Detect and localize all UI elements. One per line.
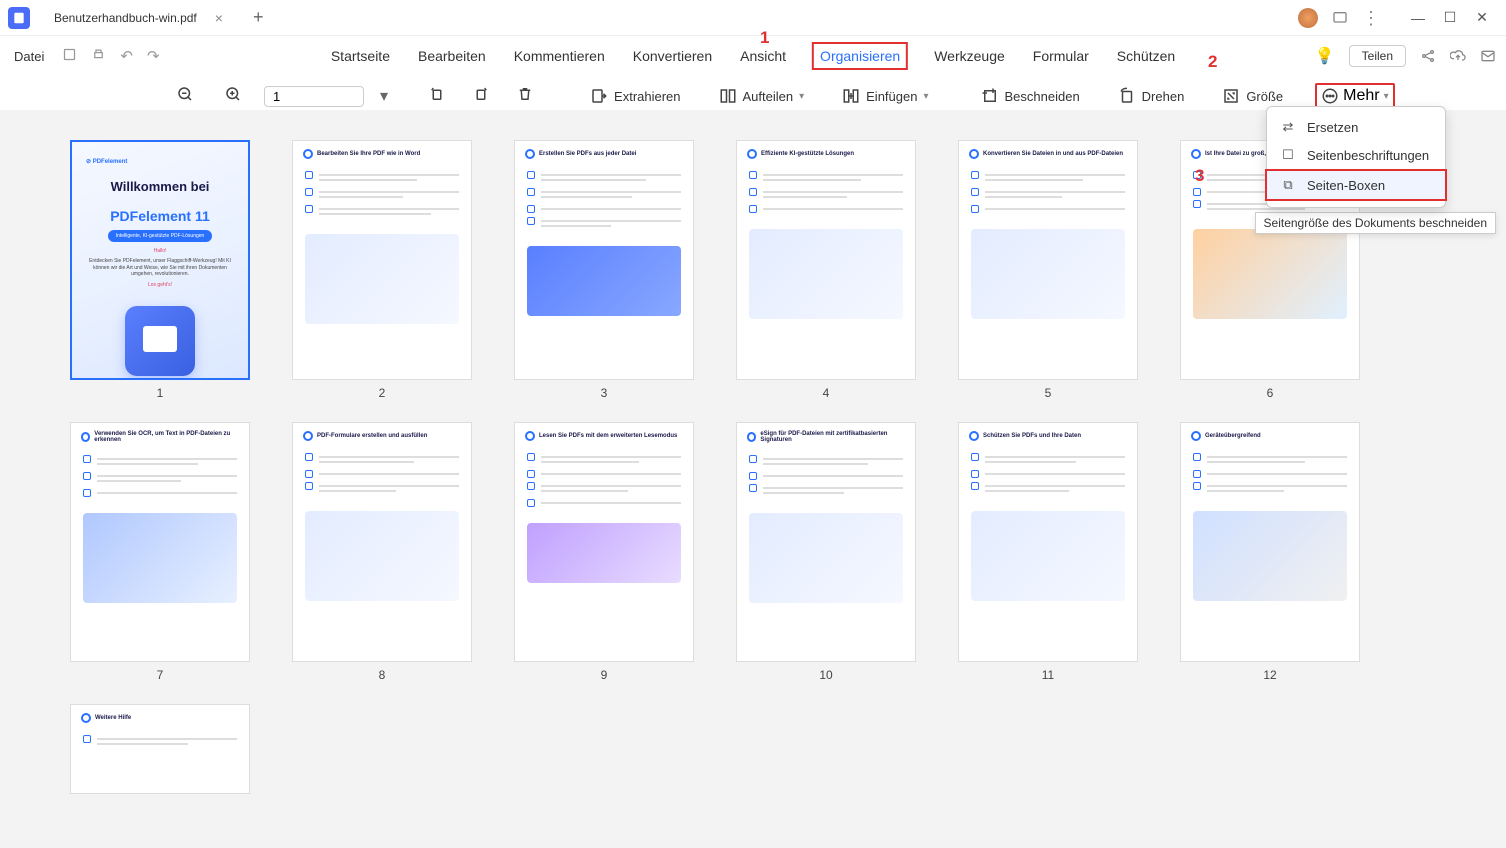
add-tab-button[interactable]: + [253, 7, 264, 28]
split-label: Aufteilen [743, 89, 794, 104]
menu-ansicht[interactable]: Ansicht [738, 42, 788, 70]
page-thumb-7[interactable]: Verwenden Sie OCR, um Text in PDF-Dateie… [70, 422, 250, 682]
menu-konvertieren[interactable]: Konvertieren [631, 42, 714, 70]
page-thumb-9[interactable]: Lesen Sie PDFs mit dem erweiterten Lesem… [514, 422, 694, 682]
menubar: Datei ↶ ↷ Startseite Bearbeiten Kommenti… [0, 36, 1506, 76]
share-button[interactable]: Teilen [1349, 45, 1406, 67]
menu-bearbeiten[interactable]: Bearbeiten [416, 42, 488, 70]
page-labels-icon: ☐ [1279, 147, 1297, 163]
page-thumb-3[interactable]: Erstellen Sie PDFs aus jeder Datei 3 [514, 140, 694, 400]
dropdown-page-boxes[interactable]: ⧉ Seiten-Boxen [1265, 169, 1447, 201]
zoom-in-button[interactable] [224, 85, 242, 108]
more-dropdown: ⇄ Ersetzen ☐ Seitenbeschriftungen ⧉ Seit… [1266, 106, 1446, 208]
rotate-label: Drehen [1142, 89, 1185, 104]
page-thumb-2[interactable]: Bearbeiten Sie Ihre PDF wie in Word 2 [292, 140, 472, 400]
message-icon[interactable] [1332, 10, 1348, 26]
extract-button[interactable]: Extrahieren [584, 83, 686, 109]
tooltip: Seitengröße des Dokuments beschneiden [1255, 212, 1496, 234]
menu-startseite[interactable]: Startseite [329, 42, 392, 70]
envelope-icon[interactable] [1480, 48, 1496, 64]
menu-organisieren[interactable]: Organisieren [812, 42, 908, 70]
delete-button[interactable] [516, 85, 534, 108]
minimize-button[interactable]: — [1402, 4, 1434, 32]
page-thumb-13[interactable]: Weitere Hilfe [70, 704, 250, 794]
insert-label: Einfügen [866, 89, 917, 104]
more-label: Mehr [1343, 87, 1379, 105]
split-button[interactable]: Aufteilen ▾ [713, 83, 811, 109]
page-thumb-5[interactable]: Konvertieren Sie Dateien in und aus PDF-… [958, 140, 1138, 400]
page-number-input[interactable] [264, 86, 364, 107]
page-thumb-4[interactable]: Effiziente KI-gestützte Lösungen 4 [736, 140, 916, 400]
menu-formular[interactable]: Formular [1031, 42, 1091, 70]
page-thumb-8[interactable]: PDF-Formulare erstellen und ausfüllen 8 [292, 422, 472, 682]
size-label: Größe [1246, 89, 1283, 104]
main-menu: Startseite Bearbeiten Kommentieren Konve… [329, 42, 1177, 70]
file-menu[interactable]: Datei [10, 45, 48, 68]
undo-icon[interactable]: ↶ [120, 47, 133, 65]
rotate-button[interactable]: Drehen [1112, 83, 1191, 109]
page-thumb-11[interactable]: Schützen Sie PDFs und Ihre Daten 11 [958, 422, 1138, 682]
insert-button[interactable]: Einfügen ▾ [836, 83, 934, 109]
page-thumb-10[interactable]: eSign für PDF-Dateien mit zertifikatbasi… [736, 422, 916, 682]
save-icon[interactable] [62, 47, 77, 66]
lightbulb-icon[interactable]: 💡 [1315, 46, 1335, 66]
close-window-button[interactable]: ✕ [1466, 4, 1498, 32]
page-thumb-12[interactable]: Geräteübergreifend 12 [1180, 422, 1360, 682]
menu-schuetzen[interactable]: Schützen [1115, 42, 1177, 70]
dropdown-caret-icon[interactable]: ▾ [380, 86, 388, 106]
rotate-left-button[interactable] [428, 85, 446, 108]
page-thumb-1[interactable]: ⊘ PDFelement Willkommen bei PDFelement 1… [70, 140, 250, 400]
page-boxes-icon: ⧉ [1279, 177, 1297, 193]
redo-icon[interactable]: ↷ [147, 47, 160, 65]
crop-button[interactable]: Beschneiden [975, 83, 1086, 109]
dropdown-replace[interactable]: ⇄ Ersetzen [1267, 113, 1445, 141]
print-icon[interactable] [91, 47, 106, 66]
tab-filename: Benutzerhandbuch-win.pdf [54, 11, 197, 25]
extract-label: Extrahieren [614, 89, 680, 104]
zoom-out-button[interactable] [176, 85, 194, 108]
replace-icon: ⇄ [1279, 119, 1297, 135]
dropdown-page-labels[interactable]: ☐ Seitenbeschriftungen [1267, 141, 1445, 169]
crop-label: Beschneiden [1005, 89, 1080, 104]
close-tab-icon[interactable]: × [215, 10, 223, 26]
titlebar: Benutzerhandbuch-win.pdf × + ⋮ — ☐ ✕ [0, 0, 1506, 36]
user-avatar[interactable] [1298, 8, 1318, 28]
app-logo [8, 7, 30, 29]
share-network-icon[interactable] [1420, 48, 1436, 64]
cloud-upload-icon[interactable] [1450, 48, 1466, 64]
menu-kommentieren[interactable]: Kommentieren [512, 42, 607, 70]
maximize-button[interactable]: ☐ [1434, 4, 1466, 32]
document-tab[interactable]: Benutzerhandbuch-win.pdf × [40, 4, 237, 32]
menu-werkzeuge[interactable]: Werkzeuge [932, 42, 1007, 70]
kebab-menu-icon[interactable]: ⋮ [1362, 9, 1380, 27]
rotate-right-button[interactable] [472, 85, 490, 108]
